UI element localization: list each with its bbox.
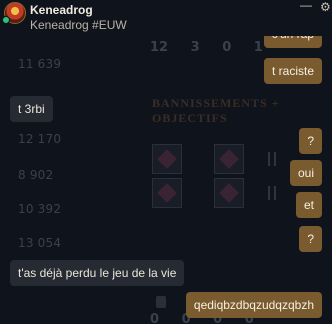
settings-icon[interactable]: ⚙ [320, 0, 331, 14]
objective-icon [156, 296, 166, 308]
background-stat: 8 902 [18, 168, 54, 182]
champion-ban-icon [214, 144, 244, 174]
background-stat: 13 054 [18, 236, 62, 250]
sent-message: t raciste [263, 58, 322, 84]
background-section-title: BANNISSEMENTS + OBJECTIFS [152, 96, 280, 126]
champion-ban-icon [214, 178, 244, 208]
sent-message: qediqbzdbqzudqzqbzh [185, 292, 322, 318]
sent-message: oui [289, 160, 322, 186]
received-message: t'as déjà perdu le jeu de la vie [10, 260, 185, 286]
sent-message: et [295, 192, 322, 218]
section-title-line: OBJECTIFS [152, 111, 228, 125]
minimize-icon[interactable]: — [300, 0, 312, 12]
sent-message: ? [299, 128, 322, 154]
background-stat: 11 639 [18, 57, 62, 71]
objective-icon [268, 152, 276, 166]
background-score-row: 12 3 0 1 [150, 40, 263, 55]
objective-icon [268, 186, 276, 200]
champion-ban-icon [152, 144, 182, 174]
received-message: t 3rbi [10, 96, 53, 122]
section-title-line: BANNISSEMENTS + [152, 96, 280, 110]
champion-ban-icon [152, 178, 182, 208]
friend-name: Keneadrog [30, 3, 93, 17]
sent-message: ? [299, 226, 322, 252]
background-stat: 10 392 [18, 202, 62, 216]
friend-riot-id: Keneadrog #EUW [30, 18, 127, 32]
chat-header: Keneadrog Keneadrog #EUW — ⚙ [0, 0, 332, 36]
background-stat: 12 170 [18, 132, 62, 146]
online-status-icon [2, 16, 10, 24]
